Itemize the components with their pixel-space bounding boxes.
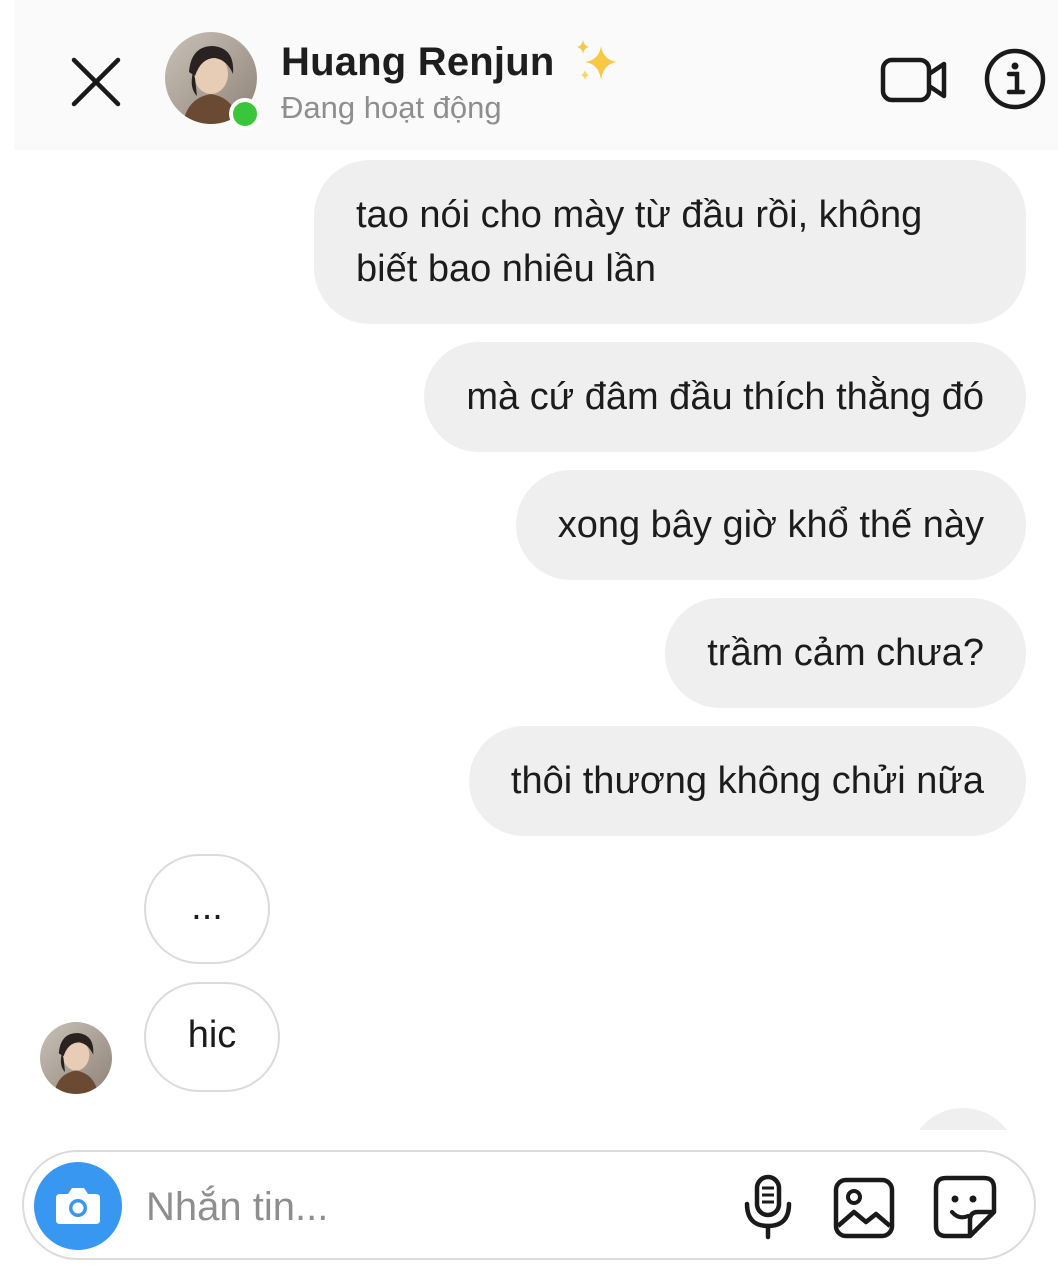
close-button[interactable] [60,46,132,118]
incoming-message[interactable]: ... [144,854,270,964]
gallery-button[interactable] [832,1176,896,1240]
image-gallery-icon [833,1177,895,1239]
message-list[interactable]: tao nói cho mày từ đầu rồi, không biết b… [0,150,1058,1130]
outgoing-message[interactable]: trầm cảm chưa? [665,598,1026,708]
outgoing-message[interactable]: xong bây giờ khổ thế này [515,470,1026,580]
incoming-message[interactable]: hic [144,982,280,1092]
outgoing-message[interactable]: tao nói cho mày từ đầu rồi, không biết b… [314,160,1026,324]
voice-message-button[interactable] [740,1174,796,1240]
outgoing-message[interactable]: thôi thương không chửi nữa [468,726,1026,836]
contact-avatar-button[interactable] [165,32,261,130]
microphone-icon [744,1174,792,1240]
message-input[interactable] [144,1178,708,1236]
contact-name-row[interactable]: Huang Renjun [281,34,623,90]
chat-screen: Huang Renjun Đang hoạt động tao nói cho … [0,0,1058,1281]
camera-button[interactable] [34,1162,122,1250]
video-call-button[interactable] [880,52,948,108]
online-status-dot [229,98,261,130]
outgoing-message[interactable]: mà cứ đâm đầu thích thằng đó [424,342,1026,452]
close-icon [71,57,121,107]
message-composer [22,1150,1036,1260]
sticker-icon [933,1175,997,1239]
info-button[interactable] [984,48,1046,110]
outgoing-message-partial[interactable] [908,1108,1018,1130]
active-status: Đang hoạt động [281,90,502,125]
info-icon [984,48,1046,110]
sparkles-icon [576,40,617,80]
camera-icon [56,1188,100,1224]
video-camera-icon [880,57,947,103]
chat-header: Huang Renjun Đang hoạt động [14,0,1058,150]
contact-name: Huang Renjun [281,39,555,84]
sticker-button[interactable] [932,1174,998,1240]
sender-avatar[interactable] [40,1022,112,1094]
